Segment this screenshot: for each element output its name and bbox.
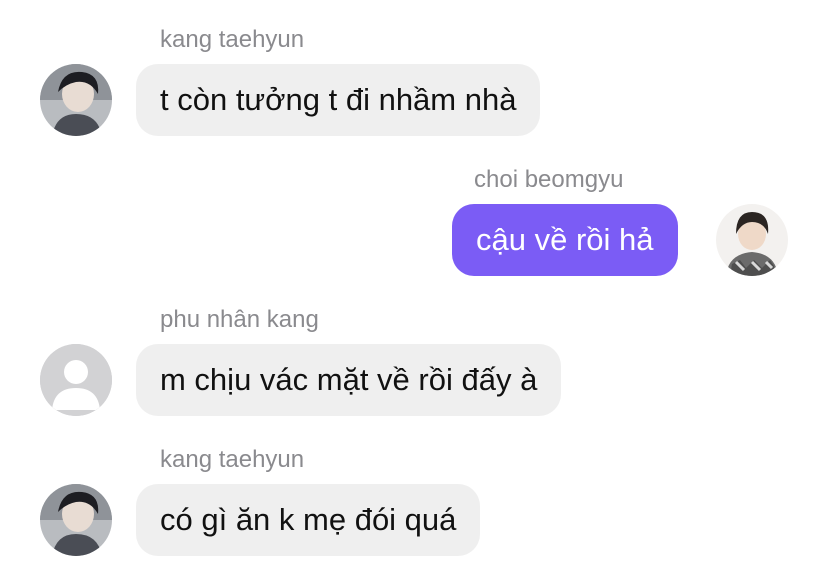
outgoing-message-bubble[interactable]: cậu về rồi hả bbox=[452, 204, 678, 276]
user-avatar-photo-icon[interactable] bbox=[40, 484, 112, 556]
message-sender-name: phu nhân kang bbox=[160, 306, 319, 333]
incoming-message-bubble[interactable]: có gì ăn k mẹ đói quá bbox=[136, 484, 481, 556]
message-sender-name: kang taehyun bbox=[160, 26, 305, 53]
message-sender-name: choi beomgyu bbox=[474, 166, 624, 193]
incoming-message-bubble[interactable]: t còn tưởng t đi nhầm nhà bbox=[136, 64, 541, 136]
incoming-message-bubble[interactable]: m chịu vác mặt về rồi đấy à bbox=[136, 344, 562, 416]
message-sender-name: kang taehyun bbox=[160, 446, 305, 473]
user-avatar-photo-icon[interactable] bbox=[40, 64, 112, 136]
user-avatar-photo-icon[interactable] bbox=[716, 204, 788, 276]
default-user-icon[interactable] bbox=[40, 344, 112, 416]
